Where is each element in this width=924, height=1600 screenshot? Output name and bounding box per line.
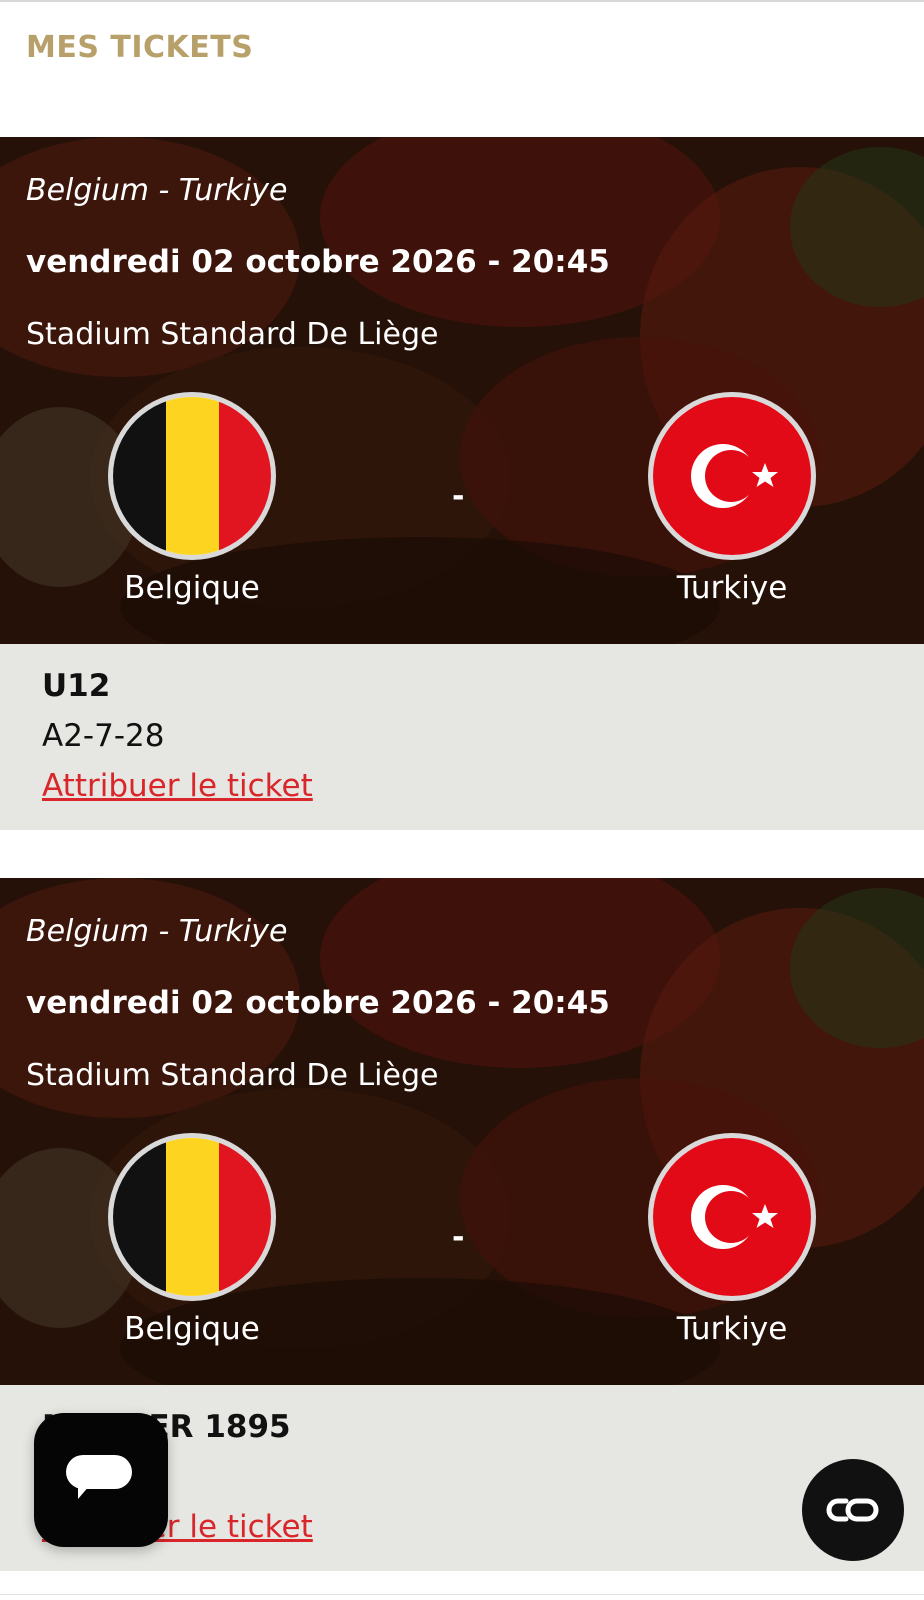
home-team-name: Belgique bbox=[124, 1311, 260, 1347]
ticket-info: U12 A2-7-28 Attribuer le ticket bbox=[0, 644, 924, 830]
co-logo-icon bbox=[826, 1498, 879, 1522]
home-team: Belgique bbox=[72, 1133, 312, 1347]
match-banner: Belgium - Turkiye vendredi 02 octobre 20… bbox=[0, 878, 924, 1385]
turkey-flag-icon bbox=[648, 392, 816, 560]
match-banner: Belgium - Turkiye vendredi 02 octobre 20… bbox=[0, 137, 924, 644]
chat-bubble-icon bbox=[66, 1455, 132, 1499]
away-team-name: Turkiye bbox=[676, 570, 788, 606]
seat-category: U12 bbox=[42, 668, 111, 704]
assign-ticket-link[interactable]: Attribuer le ticket bbox=[42, 768, 313, 804]
away-team: Turkiye bbox=[612, 392, 852, 606]
turkey-flag-icon bbox=[648, 1133, 816, 1301]
chat-button[interactable] bbox=[34, 1413, 168, 1547]
page-header: MES TICKETS bbox=[0, 0, 924, 137]
match-name: Belgium - Turkiye bbox=[26, 914, 288, 949]
seat-code: A2-7-28 bbox=[42, 718, 165, 754]
home-team: Belgique bbox=[72, 392, 312, 606]
match-date: vendredi 02 octobre 2026 - 20:45 bbox=[26, 985, 610, 1021]
match-name: Belgium - Turkiye bbox=[26, 173, 288, 208]
away-team: Turkiye bbox=[612, 1133, 852, 1347]
match-venue: Stadium Standard De Liège bbox=[26, 317, 439, 352]
belgium-flag-icon bbox=[108, 392, 276, 560]
match-venue: Stadium Standard De Liège bbox=[26, 1058, 439, 1093]
vs-separator: - bbox=[452, 1220, 465, 1255]
away-team-name: Turkiye bbox=[676, 1311, 788, 1347]
seat-category: MEMBER 1895 bbox=[42, 1409, 291, 1445]
vs-separator: - bbox=[452, 479, 465, 514]
home-team-name: Belgique bbox=[124, 570, 260, 606]
belgium-flag-icon bbox=[108, 1133, 276, 1301]
page-title: MES TICKETS bbox=[26, 30, 254, 65]
match-date: vendredi 02 octobre 2026 - 20:45 bbox=[26, 244, 610, 280]
ticket-card: Belgium - Turkiye vendredi 02 octobre 20… bbox=[0, 137, 924, 830]
co-widget-button[interactable] bbox=[802, 1459, 904, 1561]
seat-code bbox=[42, 1459, 924, 1509]
bottom-divider bbox=[0, 1594, 924, 1600]
